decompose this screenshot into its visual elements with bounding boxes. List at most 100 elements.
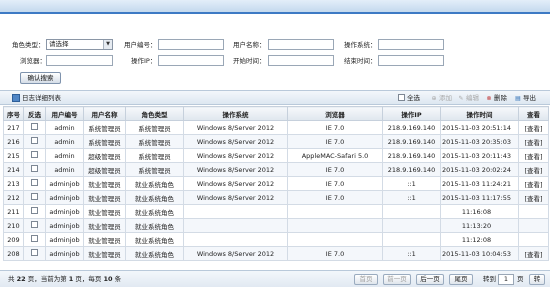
select-all-toggle[interactable]: 全选 [398,93,420,103]
row-time: 2015-11-03 11:17:55 [440,190,519,205]
role-type-label: 角色类型： [12,41,45,49]
view-link[interactable]: [查看] [518,134,549,149]
view-link[interactable]: [查看] [518,148,549,163]
row-checkbox[interactable] [31,249,38,256]
row-os [183,232,288,247]
col-header-os[interactable]: 操作系统 [183,106,288,121]
next-page-button[interactable]: 后一页 [416,274,444,285]
col-header-user-id[interactable]: 用户编号 [45,106,84,121]
edit-button[interactable]: ✎ 编辑 [457,93,479,104]
table-row[interactable]: 212 adminjob 就业管理员 就业系统角色 Windows 8/Serv… [3,190,549,205]
view-link[interactable]: [查看] [518,246,549,261]
search-button[interactable]: 确认搜索 [20,72,61,84]
end-time-input[interactable] [378,55,444,66]
row-ip: ::1 [382,176,441,191]
user-name-label: 用户名称： [233,41,266,49]
table-row[interactable]: 214 admin 超级管理员 系统管理员 Windows 8/Server 2… [3,162,549,177]
table-row[interactable]: 208 adminjob 就业管理员 就业系统角色 Windows 8/Serv… [3,246,549,261]
col-header-ip[interactable]: 操作IP [382,106,441,121]
row-user-name: 就业管理员 [83,176,126,191]
browser-input[interactable] [46,55,113,66]
row-role-type: 就业系统角色 [125,204,184,219]
prev-page-button[interactable]: 前一页 [383,274,411,285]
role-type-select[interactable]: 请选择 ▼ [46,39,113,50]
table-row[interactable]: 217 admin 系统管理员 系统管理员 Windows 8/Server 2… [3,120,549,135]
delete-button[interactable]: ⊗ 删除 [485,93,507,104]
first-page-button[interactable]: 首页 [354,274,378,285]
row-user-id: admin [45,134,84,149]
table-row[interactable]: 209 adminjob 就业管理员 就业系统角色 11:12:08 [3,232,549,247]
view-link[interactable] [518,204,549,219]
row-time: 11:13:20 [440,218,519,233]
view-link[interactable]: [查看] [518,176,549,191]
row-os: Windows 8/Server 2012 [183,246,288,261]
os-input[interactable] [378,39,444,50]
view-link[interactable]: [查看] [518,120,549,135]
table-row[interactable]: 210 adminjob 就业管理员 就业系统角色 11:13:20 [3,218,549,233]
row-ip [382,232,441,247]
select-all-checkbox[interactable] [398,94,405,101]
add-button[interactable]: ⊕ 添加 [430,93,452,104]
row-checkbox[interactable] [31,151,38,158]
table-row[interactable]: 211 adminjob 就业管理员 就业系统角色 11:16:08 [3,204,549,219]
goto-page-input[interactable]: 1 [498,274,514,285]
col-header-role-type[interactable]: 角色类型 [125,106,184,121]
goto-button[interactable]: 转 [529,274,545,285]
col-header-invert[interactable]: 反选 [23,106,46,121]
search-filter-panel: 角色类型： 请选择 ▼ 用户编号： 用户名称： 操作系统： 浏览器： 操作IP：… [0,34,550,88]
row-os: Windows 8/Server 2012 [183,162,288,177]
row-ip [382,204,441,219]
row-checkbox[interactable] [31,193,38,200]
col-header-view: 查看 [518,106,549,121]
row-ip: 218.9.169.140 [382,134,441,149]
table-row[interactable]: 216 admin 系统管理员 系统管理员 Windows 8/Server 2… [3,134,549,149]
row-browser [287,218,383,233]
view-link[interactable]: [查看] [518,162,549,177]
row-no: 214 [3,162,24,177]
export-button[interactable]: ▤ 导出 [514,93,536,104]
row-checkbox[interactable] [31,137,38,144]
row-browser: IE 7.0 [287,190,383,205]
row-checkbox[interactable] [31,235,38,242]
select-all-label: 全选 [407,94,420,102]
row-browser: IE 7.0 [287,120,383,135]
user-id-input[interactable] [158,39,224,50]
row-checkbox[interactable] [31,123,38,130]
view-link[interactable]: [查看] [518,190,549,205]
row-time: 11:16:08 [440,204,519,219]
row-ip: ::1 [382,246,441,261]
ip-input[interactable] [158,55,224,66]
start-time-input[interactable] [268,55,334,66]
row-role-type: 就业系统角色 [125,218,184,233]
user-id-label: 用户编号： [124,41,157,49]
col-header-browser[interactable]: 浏览器 [287,106,383,121]
pagination-bar: 共 22 页，当前为第 1 页，每页 10 条 首页 前一页 后一页 尾页 转到… [0,270,550,287]
row-no: 208 [3,246,24,261]
row-ip: 218.9.169.140 [382,162,441,177]
last-page-button[interactable]: 尾页 [449,274,473,285]
col-header-time[interactable]: 操作时间 [440,106,519,121]
row-user-id: adminjob [45,232,84,247]
table-row[interactable]: 215 admin 超级管理员 系统管理员 Windows 8/Server 2… [3,148,549,163]
col-header-no[interactable]: 序号 [3,106,24,121]
view-link[interactable] [518,218,549,233]
row-checkbox[interactable] [31,179,38,186]
row-checkbox[interactable] [31,221,38,228]
row-user-id: admin [45,148,84,163]
row-browser: IE 7.0 [287,176,383,191]
table-row[interactable]: 213 adminjob 就业管理员 就业系统角色 Windows 8/Serv… [3,176,549,191]
pagination-summary: 共 22 页，当前为第 1 页，每页 10 条 [8,275,122,283]
user-name-input[interactable] [268,39,334,50]
edit-icon: ✎ [458,95,464,102]
row-browser: AppleMAC-Safari 5.0 [287,148,383,163]
row-user-name: 超级管理员 [83,148,126,163]
row-no: 217 [3,120,24,135]
row-user-name: 就业管理员 [83,246,126,261]
row-checkbox[interactable] [31,207,38,214]
row-ip: 218.9.169.140 [382,120,441,135]
ip-label: 操作IP： [131,57,157,65]
col-header-user-name[interactable]: 用户名称 [83,106,126,121]
row-checkbox[interactable] [31,165,38,172]
row-browser [287,204,383,219]
view-link[interactable] [518,232,549,247]
